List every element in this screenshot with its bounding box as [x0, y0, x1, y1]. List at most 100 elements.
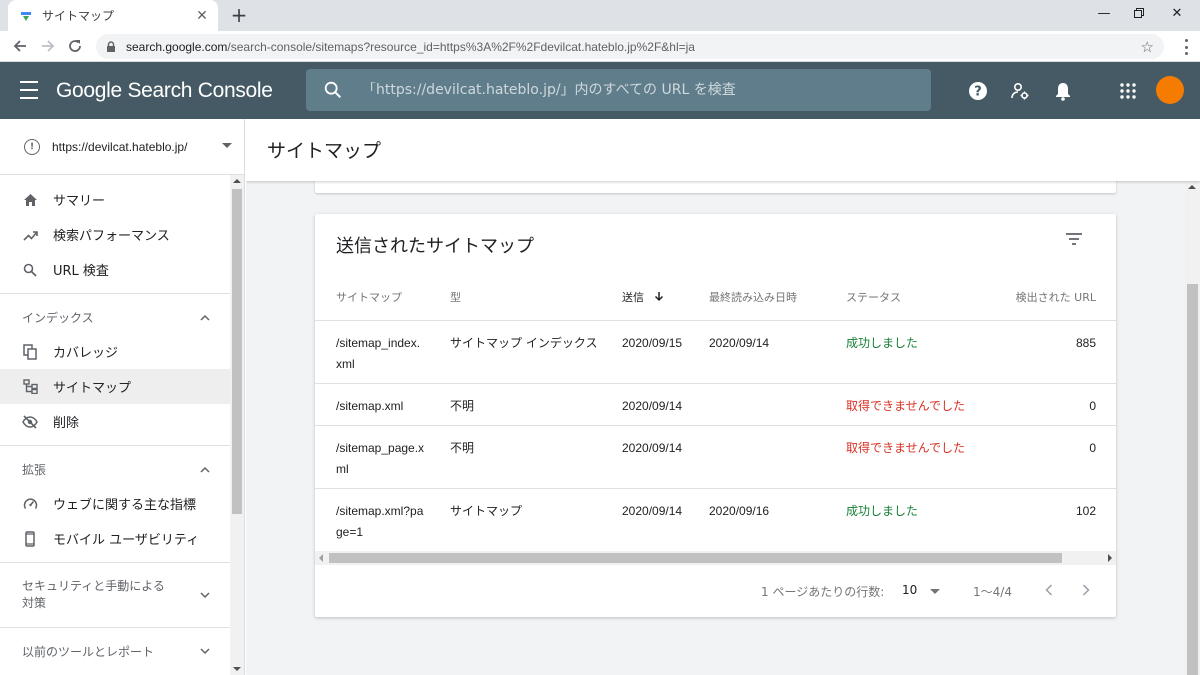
tab-close-icon[interactable]: ✕: [194, 8, 210, 24]
sitemap-path: /sitemap_index. xml: [315, 320, 450, 384]
scroll-up-arrow-icon[interactable]: [233, 179, 241, 183]
url-text: search.google.com/search-console/sitemap…: [126, 39, 695, 54]
copy-icon: [22, 343, 38, 360]
chrome-menu-icon[interactable]: [1184, 39, 1188, 55]
scroll-left-arrow-icon[interactable]: [319, 554, 323, 562]
rows-per-page-select[interactable]: 10: [902, 583, 917, 597]
search-input[interactable]: [362, 82, 902, 98]
search-icon: [22, 262, 38, 278]
discovered-url-count: 885: [996, 320, 1116, 384]
column-header-sitemap[interactable]: サイトマップ: [315, 274, 450, 321]
scrollbar-thumb[interactable]: [1187, 284, 1198, 675]
svg-text:?: ?: [974, 85, 982, 100]
section-label: インデックス: [22, 310, 94, 325]
hamburger-menu-icon[interactable]: [20, 81, 42, 99]
bookmark-star-icon[interactable]: ☆: [1141, 38, 1154, 56]
sidebar-item-url-inspection[interactable]: URL 検査: [0, 252, 230, 287]
sidebar-scrollbar[interactable]: [230, 175, 244, 675]
section-enhancements[interactable]: 拡張: [0, 452, 230, 486]
submitted-date: 2020/09/15: [622, 320, 709, 384]
sitemap-type: サイトマップ インデックス: [450, 320, 622, 384]
app-logo[interactable]: Google Search Console: [56, 79, 273, 103]
trending-up-icon: [22, 227, 38, 243]
account-avatar[interactable]: [1156, 76, 1184, 104]
table-row[interactable]: /sitemap_page.x ml 不明 2020/09/14 取得できませんで…: [315, 425, 1116, 489]
sitemap-path: /sitemap.xml: [315, 383, 450, 426]
sidebar-item-removals[interactable]: 削除: [0, 404, 230, 439]
property-info-icon: !: [24, 138, 40, 155]
sidebar-item-label: モバイル ユーザビリティ: [53, 533, 200, 548]
reload-button[interactable]: [63, 34, 87, 58]
main-scrollbar[interactable]: [1185, 181, 1200, 675]
section-legacy-tools[interactable]: 以前のツールとレポート: [0, 634, 230, 668]
discovered-url-count: 102: [996, 488, 1116, 552]
column-header-discovered-urls[interactable]: 検出された URL: [996, 274, 1116, 321]
previous-page-button[interactable]: [1038, 579, 1060, 601]
section-label: セキュリティと手動による 対策: [22, 579, 165, 610]
sitemap-type: サイトマップ: [450, 488, 622, 552]
table-header-row: サイトマップ 型 送信 最終読み込み日時 ステータス 検出された URL: [315, 274, 1116, 321]
section-index[interactable]: インデックス: [0, 300, 230, 334]
table-horizontal-scrollbar[interactable]: [315, 551, 1116, 565]
help-icon[interactable]: ?: [966, 79, 990, 103]
sidebar-item-performance[interactable]: 検索パフォーマンス: [0, 217, 230, 252]
sidebar: ! https://devilcat.hateblo.jp/ サマリー 検索パフ…: [0, 119, 245, 675]
apps-grid-icon[interactable]: [1116, 79, 1140, 103]
sidebar-item-sitemaps[interactable]: サイトマップ: [0, 369, 230, 404]
scrollbar-thumb[interactable]: [329, 553, 1062, 563]
search-icon: [324, 81, 342, 99]
column-header-type[interactable]: 型: [450, 274, 622, 321]
speed-icon: [22, 496, 38, 512]
manage-users-icon[interactable]: [1008, 79, 1032, 103]
last-read-date: 2020/09/14: [709, 320, 846, 384]
section-security[interactable]: セキュリティと手動による 対策: [0, 569, 230, 621]
home-icon: [22, 192, 38, 208]
last-read-date: 2020/09/16: [709, 488, 846, 552]
pagination-range: 1〜4/4: [973, 585, 1012, 599]
sidebar-item-mobile-usability[interactable]: モバイル ユーザビリティ: [0, 521, 230, 556]
back-button[interactable]: [8, 34, 32, 58]
sidebar-item-label: カバレッジ: [53, 346, 119, 361]
divider: [0, 445, 230, 446]
notifications-bell-icon[interactable]: [1051, 79, 1075, 103]
close-window-button[interactable]: ✕: [1154, 0, 1200, 26]
submitted-date: 2020/09/14: [622, 383, 709, 426]
page-title-bar: サイトマップ: [246, 119, 1200, 181]
sidebar-item-summary[interactable]: サマリー: [0, 182, 230, 217]
column-header-submitted[interactable]: 送信: [622, 274, 709, 321]
column-header-last-read[interactable]: 最終読み込み日時: [709, 274, 846, 321]
dropdown-caret-icon[interactable]: [930, 589, 940, 594]
chevron-up-icon: [198, 310, 212, 324]
filter-icon[interactable]: [1065, 232, 1085, 248]
sitemap-path: /sitemap_page.x ml: [315, 425, 450, 489]
rows-per-page-label: 1 ページあたりの行数:: [761, 585, 885, 599]
scroll-right-arrow-icon[interactable]: [1108, 554, 1112, 562]
browser-toolbar: search.google.com/search-console/sitemap…: [0, 31, 1200, 62]
scrollbar-thumb[interactable]: [232, 189, 242, 514]
property-selector[interactable]: ! https://devilcat.hateblo.jp/: [0, 119, 244, 175]
sidebar-item-coverage[interactable]: カバレッジ: [0, 334, 230, 369]
scroll-up-arrow-icon[interactable]: [1188, 185, 1196, 189]
table-row[interactable]: /sitemap.xml 不明 2020/09/14 取得できませんでした 0: [315, 383, 1116, 426]
table-row[interactable]: /sitemap.xml?pa ge=1 サイトマップ 2020/09/14 20…: [315, 488, 1116, 552]
smartphone-icon: [22, 530, 38, 547]
scroll-down-arrow-icon[interactable]: [233, 667, 241, 671]
submitted-date: 2020/09/14: [622, 488, 709, 552]
property-name: https://devilcat.hateblo.jp/: [52, 139, 188, 154]
address-bar[interactable]: search.google.com/search-console/sitemap…: [96, 34, 1164, 59]
browser-tab[interactable]: サイトマップ ✕: [8, 0, 218, 31]
sidebar-item-core-web-vitals[interactable]: ウェブに関する主な指標: [0, 486, 230, 521]
visibility-off-icon: [22, 414, 38, 430]
sidebar-nav: サマリー 検索パフォーマンス URL 検査 インデックス カバレッジ サイトマッ…: [0, 175, 230, 668]
url-inspection-search[interactable]: [306, 69, 931, 111]
table-row[interactable]: /sitemap_index. xml サイトマップ インデックス 2020/09…: [315, 320, 1116, 384]
tab-title: サイトマップ: [42, 9, 115, 23]
divider: [0, 293, 230, 294]
new-tab-button[interactable]: +: [228, 3, 250, 27]
sidebar-item-label: 削除: [53, 416, 80, 431]
browser-tab-strip: サイトマップ ✕ + — ✕: [0, 0, 1200, 31]
column-header-status[interactable]: ステータス: [846, 274, 996, 321]
divider: [0, 627, 230, 628]
next-page-button[interactable]: [1075, 579, 1097, 601]
forward-button[interactable]: [36, 34, 60, 58]
